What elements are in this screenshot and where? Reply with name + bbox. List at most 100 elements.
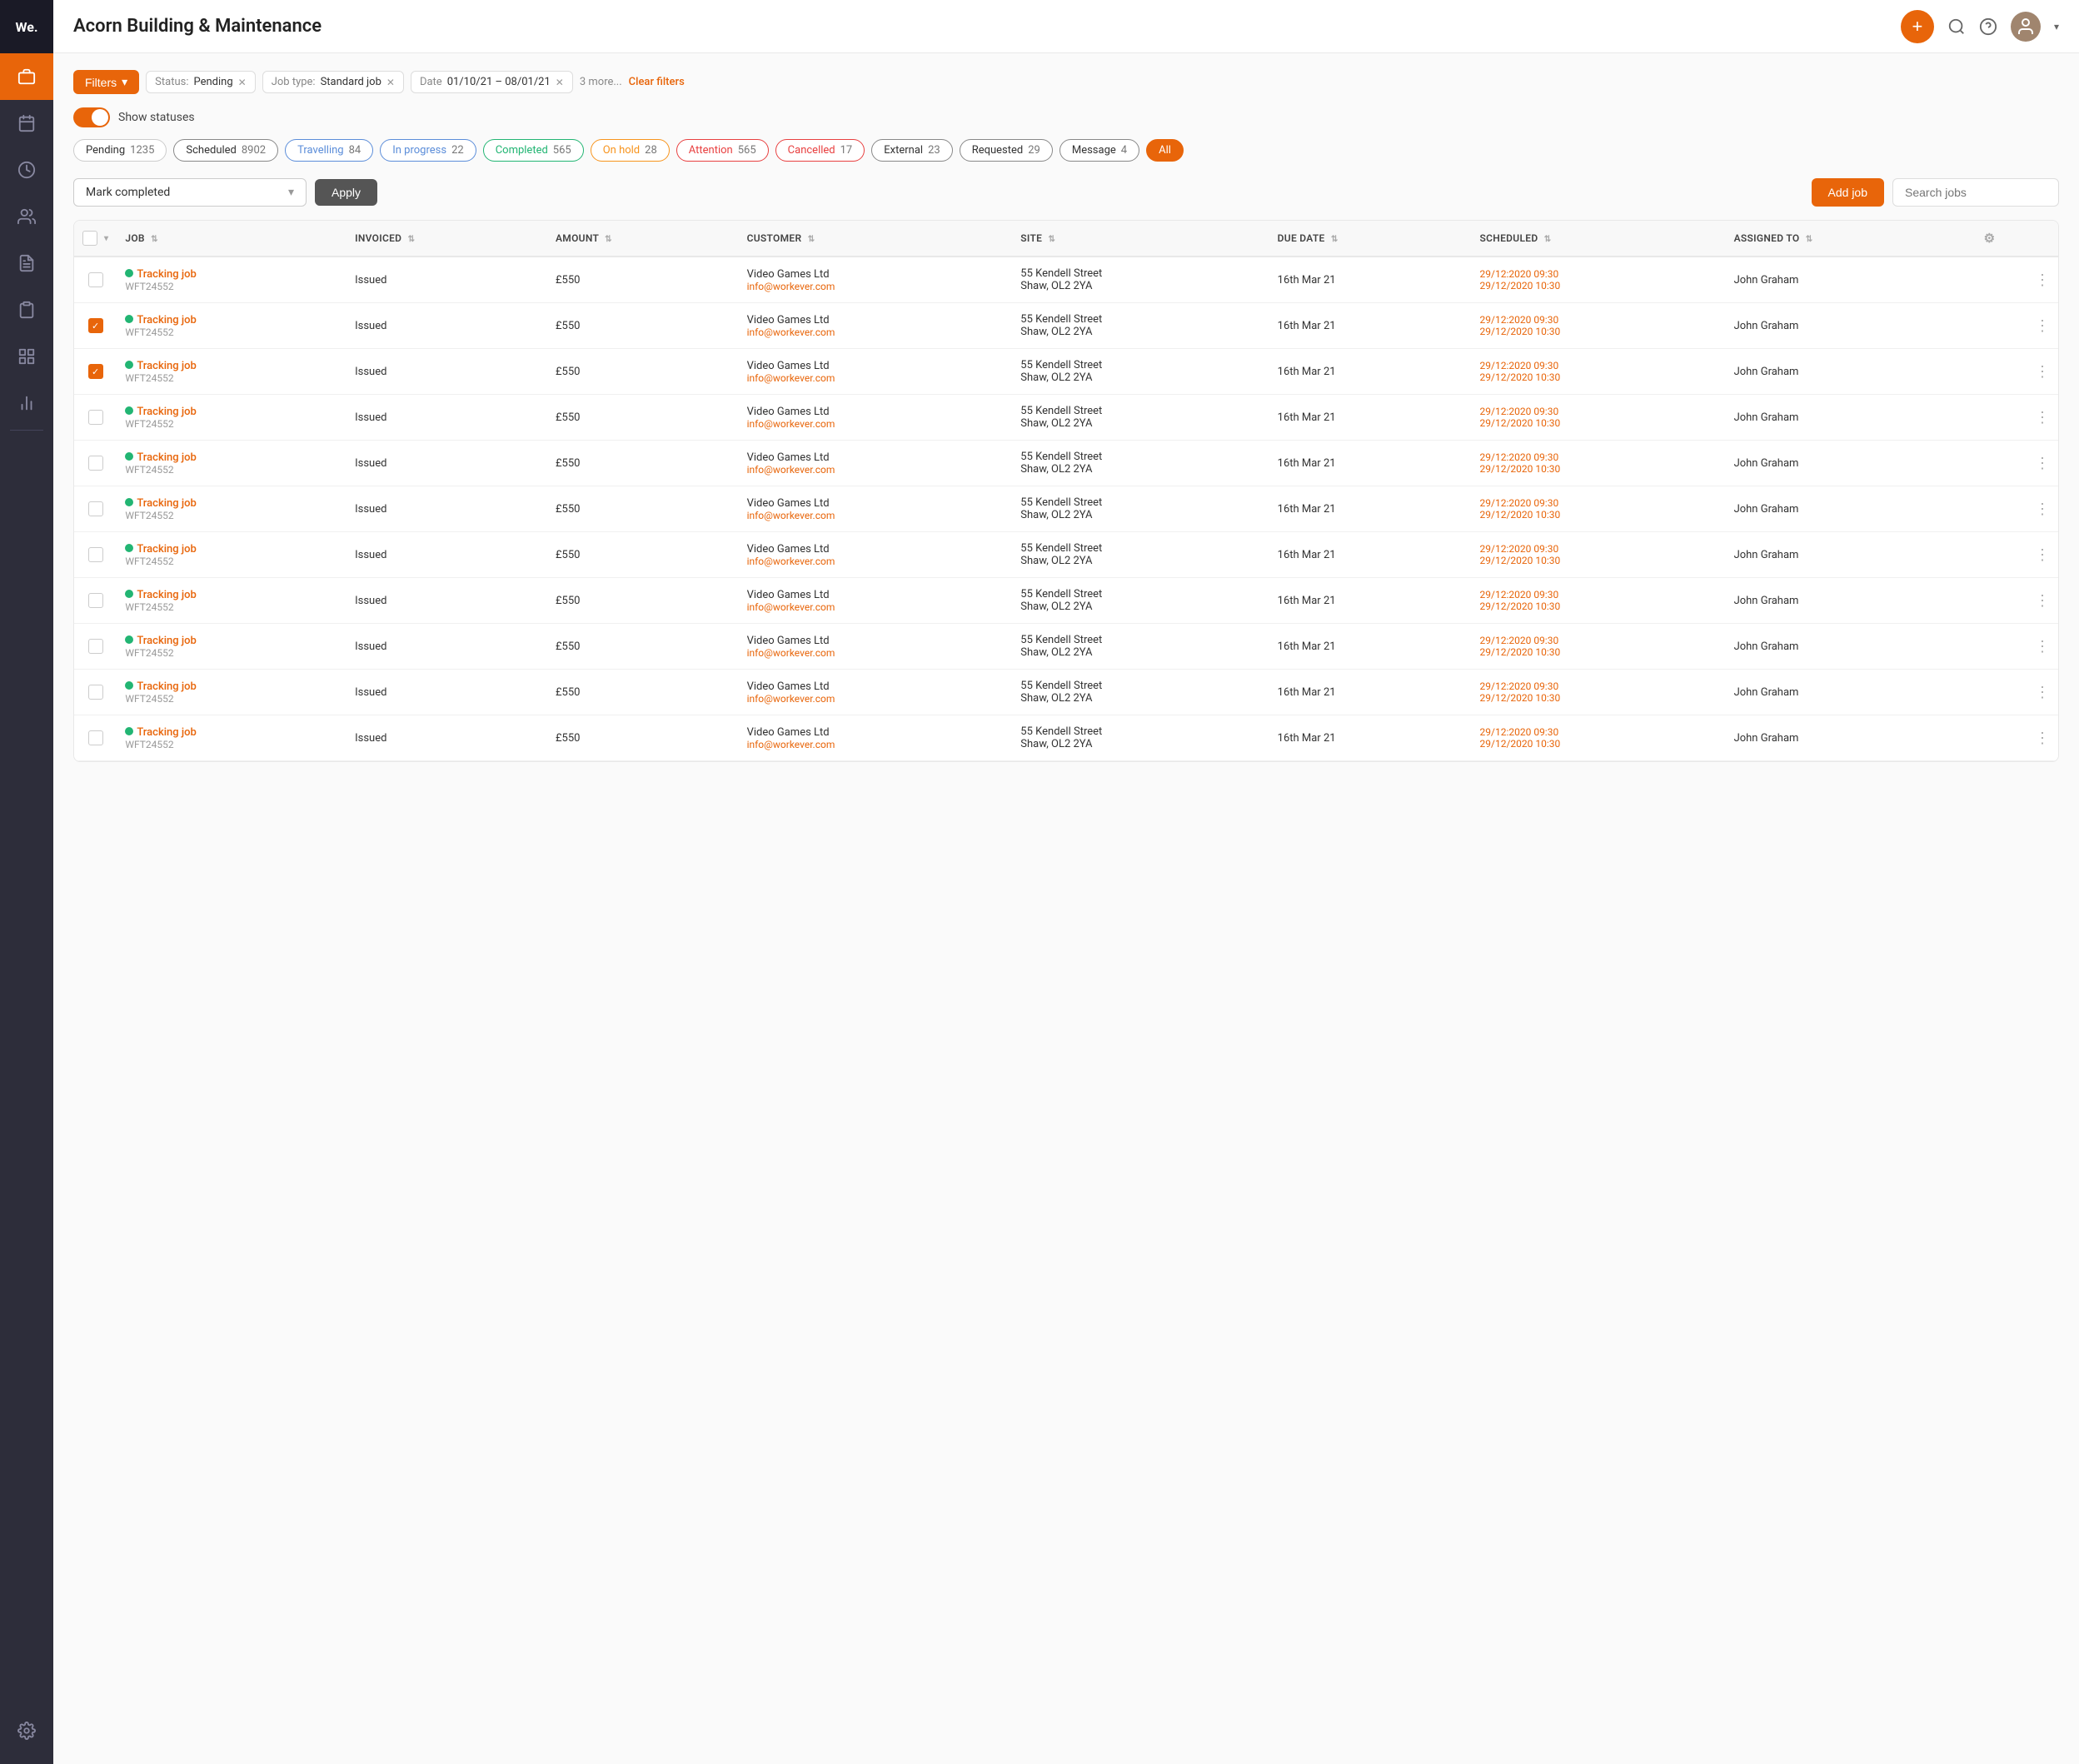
- customer-email[interactable]: info@workever.com: [747, 647, 1005, 659]
- row-checkbox[interactable]: [88, 685, 103, 700]
- customer-email[interactable]: info@workever.com: [747, 693, 1005, 705]
- job-name-link[interactable]: Tracking job: [125, 635, 338, 647]
- more-filters[interactable]: 3 more...: [580, 76, 622, 88]
- badge-all[interactable]: All: [1146, 139, 1184, 162]
- search-box[interactable]: [1892, 178, 2059, 207]
- filters-button[interactable]: Filters ▾: [73, 70, 139, 94]
- search-button[interactable]: [1947, 17, 1966, 36]
- row-checkbox-cell[interactable]: [74, 441, 117, 486]
- row-checkbox[interactable]: [88, 593, 103, 608]
- col-header-invoiced[interactable]: INVOICED ⇅: [346, 221, 547, 257]
- row-more-actions[interactable]: ⋮: [1976, 441, 2058, 486]
- row-checkbox[interactable]: [88, 639, 103, 654]
- avatar[interactable]: [2011, 12, 2041, 42]
- sidebar-item-analytics[interactable]: [0, 380, 53, 426]
- customer-email[interactable]: info@workever.com: [747, 464, 1005, 476]
- customer-email[interactable]: info@workever.com: [747, 372, 1005, 384]
- clear-filters-button[interactable]: Clear filters: [629, 76, 685, 88]
- row-more-actions[interactable]: ⋮: [1976, 532, 2058, 578]
- badge-pending[interactable]: Pending1235: [73, 139, 167, 162]
- add-job-button[interactable]: Add job: [1812, 178, 1884, 207]
- row-more-actions[interactable]: ⋮: [1976, 486, 2058, 532]
- help-button[interactable]: [1979, 17, 1997, 36]
- row-checkbox-cell[interactable]: [74, 715, 117, 761]
- col-header-job[interactable]: JOB ⇅: [117, 221, 346, 257]
- row-checkbox-cell[interactable]: [74, 303, 117, 349]
- col-header-assigned-to[interactable]: ASSIGNED TO ⇅: [1726, 221, 1976, 257]
- row-checkbox-cell[interactable]: [74, 578, 117, 624]
- select-all-checkbox[interactable]: [82, 231, 97, 246]
- row-checkbox[interactable]: [88, 456, 103, 471]
- sidebar-item-calendar[interactable]: [0, 100, 53, 147]
- customer-email[interactable]: info@workever.com: [747, 418, 1005, 430]
- status-filter-close[interactable]: ✕: [238, 77, 247, 88]
- sidebar-item-reports[interactable]: [0, 240, 53, 287]
- sidebar-item-settings[interactable]: [0, 1707, 53, 1754]
- row-checkbox-cell[interactable]: [74, 532, 117, 578]
- row-checkbox[interactable]: [88, 501, 103, 516]
- sidebar-item-dashboard[interactable]: [0, 333, 53, 380]
- row-more-actions[interactable]: ⋮: [1976, 670, 2058, 715]
- col-header-checkbox[interactable]: ▾: [74, 221, 117, 257]
- col-header-customer[interactable]: CUSTOMER ⇅: [739, 221, 1013, 257]
- row-more-actions[interactable]: ⋮: [1976, 624, 2058, 670]
- row-checkbox[interactable]: [88, 547, 103, 562]
- customer-email[interactable]: info@workever.com: [747, 601, 1005, 613]
- job-name-link[interactable]: Tracking job: [125, 680, 338, 693]
- job-name-link[interactable]: Tracking job: [125, 406, 338, 418]
- job-name-link[interactable]: Tracking job: [125, 543, 338, 556]
- job-name-link[interactable]: Tracking job: [125, 360, 338, 372]
- badge-attention[interactable]: Attention565: [676, 139, 769, 162]
- job-name-link[interactable]: Tracking job: [125, 726, 338, 739]
- customer-email[interactable]: info@workever.com: [747, 281, 1005, 292]
- badge-completed[interactable]: Completed565: [483, 139, 584, 162]
- sidebar-item-jobs[interactable]: [0, 53, 53, 100]
- row-more-actions[interactable]: ⋮: [1976, 578, 2058, 624]
- row-checkbox-cell[interactable]: [74, 257, 117, 303]
- badge-external[interactable]: External23: [871, 139, 952, 162]
- status-filter-tag[interactable]: Status: Pending ✕: [146, 71, 256, 93]
- add-button[interactable]: +: [1901, 10, 1934, 43]
- row-checkbox[interactable]: [88, 318, 103, 333]
- col-header-due-date[interactable]: DUE DATE ⇅: [1269, 221, 1472, 257]
- row-checkbox-cell[interactable]: [74, 486, 117, 532]
- job-type-filter-tag[interactable]: Job type: Standard job ✕: [262, 71, 404, 93]
- job-name-link[interactable]: Tracking job: [125, 314, 338, 326]
- badge-cancelled[interactable]: Cancelled17: [775, 139, 865, 162]
- badge-requested[interactable]: Requested29: [960, 139, 1053, 162]
- col-header-scheduled[interactable]: SCHEDULED ⇅: [1472, 221, 1726, 257]
- badge-travelling[interactable]: Travelling84: [285, 139, 373, 162]
- row-checkbox[interactable]: [88, 730, 103, 745]
- badge-scheduled[interactable]: Scheduled8902: [173, 139, 278, 162]
- apply-button[interactable]: Apply: [315, 179, 377, 206]
- customer-email[interactable]: info@workever.com: [747, 556, 1005, 567]
- row-checkbox[interactable]: [88, 410, 103, 425]
- col-header-amount[interactable]: AMOUNT ⇅: [547, 221, 739, 257]
- row-more-actions[interactable]: ⋮: [1976, 395, 2058, 441]
- row-more-actions[interactable]: ⋮: [1976, 257, 2058, 303]
- row-more-actions[interactable]: ⋮: [1976, 349, 2058, 395]
- badge-message[interactable]: Message4: [1059, 139, 1139, 162]
- row-more-actions[interactable]: ⋮: [1976, 715, 2058, 761]
- customer-email[interactable]: info@workever.com: [747, 739, 1005, 750]
- col-header-site[interactable]: SITE ⇅: [1012, 221, 1269, 257]
- job-type-filter-close[interactable]: ✕: [386, 77, 395, 88]
- row-more-actions[interactable]: ⋮: [1976, 303, 2058, 349]
- job-name-link[interactable]: Tracking job: [125, 497, 338, 510]
- show-statuses-toggle[interactable]: [73, 107, 110, 127]
- col-header-settings[interactable]: ⚙: [1976, 221, 2058, 257]
- job-name-link[interactable]: Tracking job: [125, 268, 338, 281]
- customer-email[interactable]: info@workever.com: [747, 326, 1005, 338]
- sidebar-item-users[interactable]: [0, 193, 53, 240]
- avatar-chevron[interactable]: ▾: [2054, 21, 2059, 32]
- row-checkbox-cell[interactable]: [74, 670, 117, 715]
- select-all-chevron-icon[interactable]: ▾: [104, 234, 108, 243]
- date-filter-tag[interactable]: Date 01/10/21 – 08/01/21 ✕: [411, 71, 573, 93]
- job-name-link[interactable]: Tracking job: [125, 451, 338, 464]
- sidebar-item-notes[interactable]: [0, 287, 53, 333]
- date-filter-close[interactable]: ✕: [556, 77, 564, 88]
- customer-email[interactable]: info@workever.com: [747, 510, 1005, 521]
- row-checkbox[interactable]: [88, 364, 103, 379]
- row-checkbox-cell[interactable]: [74, 349, 117, 395]
- row-checkbox[interactable]: [88, 272, 103, 287]
